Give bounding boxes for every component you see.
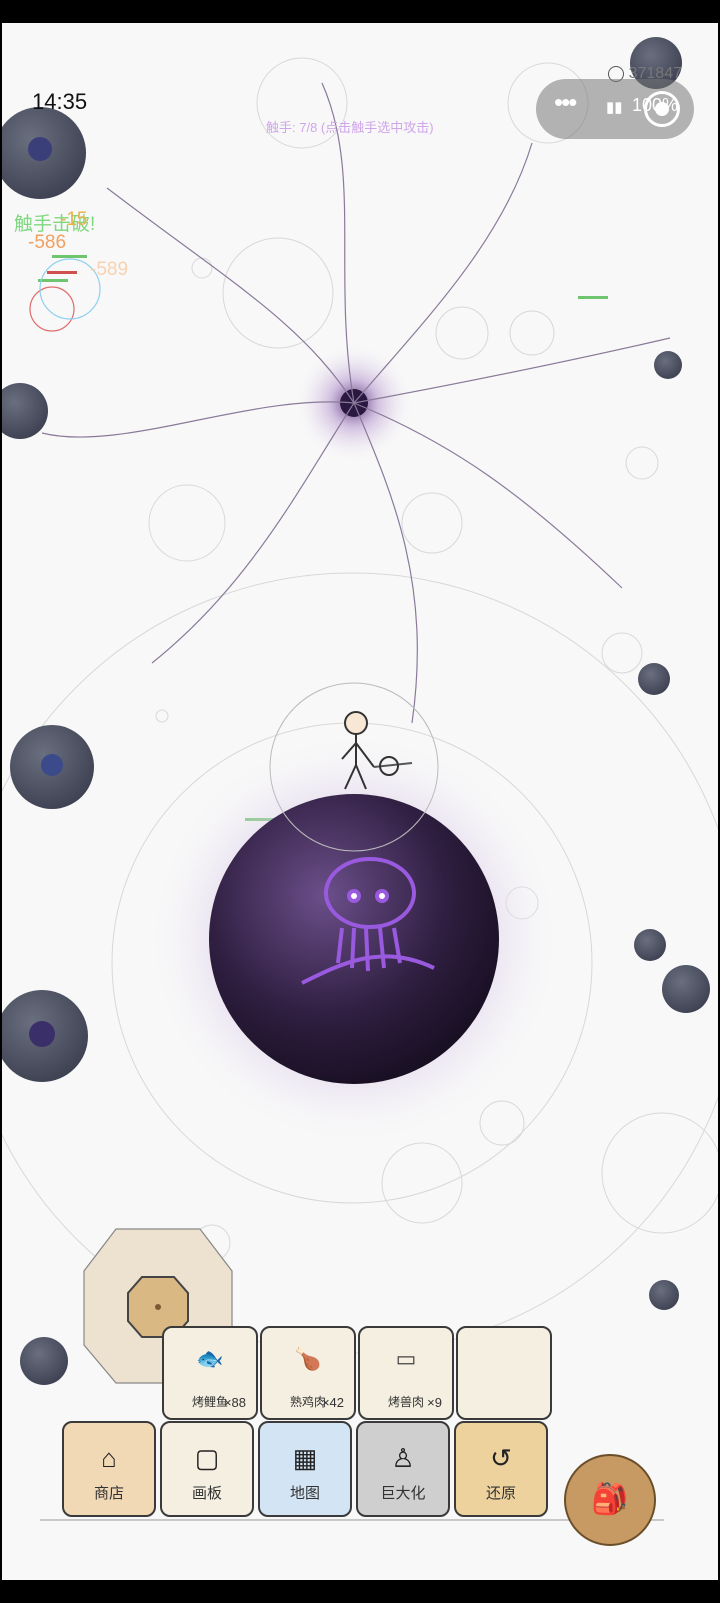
backpack-button[interactable]: 🎒 [564,1454,656,1546]
game-stage[interactable]: 14:35 371847 ••• ▮▮ 100% 触手: 7/8 (点击触手选中… [2,23,718,1580]
enemy-bubble [20,1337,68,1385]
restore-label: 还原 [485,1485,516,1502]
roast-meat-icon: ▭ [395,1346,417,1371]
map-icon: ▦ [292,1443,318,1473]
item-name: 烤兽肉 [388,1395,425,1409]
map-button[interactable]: ▦ 地图 [258,1421,352,1517]
enemy-bubble [634,929,666,961]
battery-icon: ▮▮ [606,99,623,116]
enemy-bubble [2,383,48,439]
enemy-bubble [2,107,86,199]
inventory-slot[interactable]: 🐟 烤鲤鱼 ×88 [162,1326,258,1420]
giant-button[interactable]: ♙ 巨大化 [356,1421,450,1517]
shop-label: 商店 [93,1485,124,1502]
drawing-board-icon: ▢ [194,1443,220,1473]
restore-icon: ↺ [490,1443,512,1473]
close-miniprogram-icon[interactable] [644,91,680,127]
giant-label: 巨大化 [380,1485,426,1502]
enemy-bubble [662,965,710,1013]
enemy-bubble [10,725,94,809]
background-rings [2,57,718,1354]
drawing-board-button[interactable]: ▢ 画板 [160,1421,254,1517]
item-count: ×42 [321,1395,344,1410]
restore-button[interactable]: ↺ 还原 [454,1421,548,1517]
inventory-slot-empty[interactable] [456,1326,552,1420]
mini-program-capsule[interactable]: ••• ▮▮ 100% [536,79,694,139]
item-count: ×88 [223,1395,246,1410]
shop-button[interactable]: ⌂ 商店 [62,1421,156,1517]
grilled-fish-icon: 🐟 [196,1346,224,1371]
map-label: 地图 [289,1485,320,1502]
inventory-slot[interactable]: 🍗 熟鸡肉 ×42 [260,1326,356,1420]
combat-text: -586 [28,232,67,253]
tentacle-hint: 触手: 7/8 (点击触手选中攻击) [266,120,434,135]
enemy-bubble [649,1280,679,1310]
status-time: 14:35 [32,89,88,114]
tentacles [41,82,671,724]
item-count: ×9 [427,1395,442,1410]
enemy-bubble [654,351,682,379]
backpack-icon: 🎒 [591,1483,629,1516]
drawing-board-label: 画板 [191,1485,222,1502]
target-marker [29,286,75,332]
shop-icon: ⌂ [101,1443,117,1473]
inventory-slot[interactable]: ▭ 烤兽肉 ×9 [358,1326,454,1420]
item-name: 熟鸡肉 [290,1395,327,1409]
enemy-bubble [2,990,88,1082]
cooked-chicken-icon: 🍗 [294,1346,322,1371]
enemy-bubble [638,663,670,695]
more-menu-icon[interactable]: ••• [554,87,577,118]
combat-text: -15 [60,209,88,230]
giant-icon: ♙ [391,1443,415,1473]
combat-text: -589 [90,259,129,280]
item-name: 烤鲤鱼 [192,1395,229,1409]
